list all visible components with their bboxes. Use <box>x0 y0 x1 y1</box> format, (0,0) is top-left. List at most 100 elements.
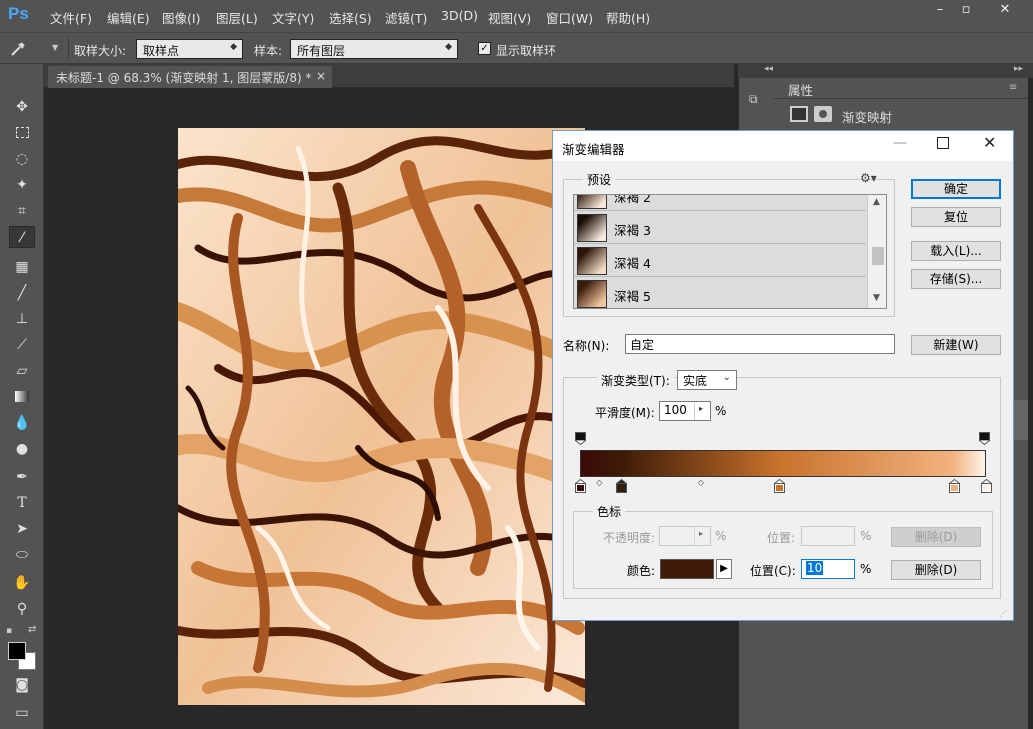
smoothness-input[interactable]: 100 ▸ <box>659 401 711 421</box>
expand-arrows-icon[interactable]: ▸▸ <box>1014 64 1023 74</box>
document-tab[interactable]: 未标题-1 @ 68.3% (渐变映射 1, 图层蒙版/8) * × <box>48 66 332 88</box>
gradient-type-select[interactable]: 实底 ⌄ <box>677 370 737 390</box>
lasso-tool-icon[interactable]: ◌ <box>9 148 35 170</box>
scrollbar-thumb[interactable] <box>1014 400 1028 440</box>
minimize-icon[interactable]: — <box>893 135 907 151</box>
delete-opacity-stop-button: 删除(D) <box>891 527 981 547</box>
midpoint-diamond[interactable]: ◇ <box>596 478 602 487</box>
opacity-input: ▸ <box>659 526 711 546</box>
menu-help[interactable]: 帮助(H) <box>606 8 650 27</box>
minimize-icon[interactable]: – <box>926 0 954 22</box>
color-stop[interactable] <box>615 478 627 493</box>
menu-3d[interactable]: 3D(D) <box>441 8 478 23</box>
presets-gear-icon[interactable]: ⚙▾ <box>860 171 877 185</box>
dodge-tool-icon[interactable]: ● <box>9 438 35 460</box>
color-stop[interactable] <box>981 478 992 493</box>
quick-mask-icon[interactable]: ◙ <box>9 674 35 696</box>
preset-item[interactable]: 深褐 3 <box>574 212 866 244</box>
scroll-thumb[interactable] <box>872 247 884 265</box>
document-canvas[interactable] <box>178 128 585 705</box>
preset-item[interactable]: 深褐 4 <box>574 245 866 277</box>
maximize-icon[interactable]: ▫ <box>952 0 980 22</box>
pen-tool-icon[interactable]: ✒ <box>9 466 35 488</box>
maximize-icon[interactable] <box>937 137 949 149</box>
tab-close-icon[interactable]: × <box>316 69 326 83</box>
midpoint-diamond[interactable]: ◇ <box>698 478 704 487</box>
properties-tab[interactable]: 属性 <box>782 78 820 98</box>
preset-swatch <box>577 214 607 242</box>
magic-wand-tool-icon[interactable]: ✦ <box>9 174 35 196</box>
healing-brush-tool-icon[interactable]: ▦ <box>9 256 35 278</box>
history-icon[interactable]: ⧉ <box>749 92 765 108</box>
menu-image[interactable]: 图像(I) <box>162 8 200 27</box>
type-tool-icon[interactable]: T <box>9 492 35 514</box>
stamp-tool-icon[interactable]: ⊥ <box>9 308 35 330</box>
eyedropper-tool-icon[interactable]: ⁄ <box>9 226 35 248</box>
panel-menu-icon[interactable]: ≡ <box>1009 82 1017 93</box>
ok-button[interactable]: 确定 <box>911 179 1001 199</box>
show-ring-label: 显示取样环 <box>496 44 557 58</box>
scroll-down-icon[interactable]: ▼ <box>873 293 880 303</box>
opacity-stop[interactable] <box>979 432 990 446</box>
gradient-tool-icon[interactable] <box>9 386 35 408</box>
stops-label: 色标 <box>593 503 626 520</box>
menu-edit[interactable]: 编辑(E) <box>107 8 150 27</box>
menu-view[interactable]: 视图(V) <box>488 8 531 27</box>
swap-colors-icon[interactable]: ⇄ <box>28 624 36 635</box>
brush-tool-icon[interactable]: ╱ <box>9 282 35 304</box>
expand-arrow-icon[interactable]: ▸ <box>699 404 703 413</box>
close-icon[interactable]: ✕ <box>983 133 996 152</box>
stop-color-swatch[interactable] <box>660 559 714 579</box>
marquee-tool-icon[interactable] <box>9 122 35 144</box>
delete-color-stop-button[interactable]: 删除(D) <box>891 560 981 580</box>
menu-layer[interactable]: 图层(L) <box>216 8 258 27</box>
preset-item[interactable]: 深褐 2 <box>574 195 866 211</box>
gradient-preview-bar[interactable] <box>580 450 986 477</box>
resize-grip-icon[interactable]: ⋰ <box>999 609 1007 618</box>
tool-preset-arrow-icon[interactable]: ▼ <box>52 43 58 52</box>
ellipse-tool-icon[interactable]: ⬭ <box>9 544 35 566</box>
crop-tool-icon[interactable]: ⌗ <box>9 200 35 222</box>
scroll-up-icon[interactable]: ▲ <box>873 197 880 207</box>
zoom-tool-icon[interactable]: ⚲ <box>9 598 35 620</box>
path-select-tool-icon[interactable]: ➤ <box>9 518 35 540</box>
menu-filter[interactable]: 滤镜(T) <box>385 8 427 27</box>
show-ring-checkbox[interactable]: ✓ <box>478 42 491 55</box>
opacity-stop[interactable] <box>575 432 586 446</box>
smooth-unit: % <box>715 404 727 418</box>
menu-file[interactable]: 文件(F) <box>50 8 92 27</box>
type-label: 渐变类型(T): <box>597 372 674 389</box>
screen-mode-icon[interactable]: ▭ <box>9 702 35 724</box>
position-input[interactable]: 10 <box>801 559 855 579</box>
menu-window[interactable]: 窗口(W) <box>546 8 593 27</box>
hand-tool-icon[interactable]: ✋ <box>9 572 35 594</box>
mask-icon[interactable] <box>814 106 832 122</box>
name-input[interactable]: 自定 <box>625 334 895 354</box>
adjustment-name: 渐变映射 <box>842 110 893 125</box>
default-colors-icon[interactable]: ▪ <box>6 626 12 636</box>
foreground-color-swatch[interactable] <box>8 642 26 660</box>
chevron-down-icon: ⌄ <box>722 372 731 383</box>
sample-select[interactable]: 所有图层 ◆ <box>290 39 458 59</box>
menu-type[interactable]: 文字(Y) <box>272 8 314 27</box>
presets-scrollbar[interactable]: ▲ ▼ <box>867 195 886 308</box>
color-stop[interactable] <box>773 478 785 493</box>
move-tool-icon[interactable]: ✥ <box>9 96 35 118</box>
load-button[interactable]: 载入(L)... <box>911 241 1001 261</box>
color-menu-arrow-icon[interactable]: ▶ <box>716 559 732 579</box>
presets-list[interactable]: 深褐 2 深褐 3 深褐 4 深褐 5 ▲ ▼ <box>573 194 887 309</box>
reset-button[interactable]: 复位 <box>911 207 1001 227</box>
blur-tool-icon[interactable]: 💧 <box>9 412 35 434</box>
color-stop[interactable] <box>948 478 960 493</box>
eraser-tool-icon[interactable]: ▱ <box>9 360 35 382</box>
collapse-arrows-icon[interactable]: ◂◂ <box>764 64 773 74</box>
new-button[interactable]: 新建(W) <box>911 335 1001 355</box>
color-stop[interactable] <box>575 478 586 493</box>
eyedropper-icon[interactable] <box>8 39 28 59</box>
menu-select[interactable]: 选择(S) <box>329 8 372 27</box>
close-icon[interactable]: ✕ <box>988 0 1022 22</box>
sample-size-select[interactable]: 取样点 ◆ <box>136 39 243 59</box>
preset-item[interactable]: 深褐 5 <box>574 278 866 308</box>
save-button[interactable]: 存储(S)... <box>911 269 1001 289</box>
history-brush-tool-icon[interactable]: ⟋ <box>9 334 35 356</box>
